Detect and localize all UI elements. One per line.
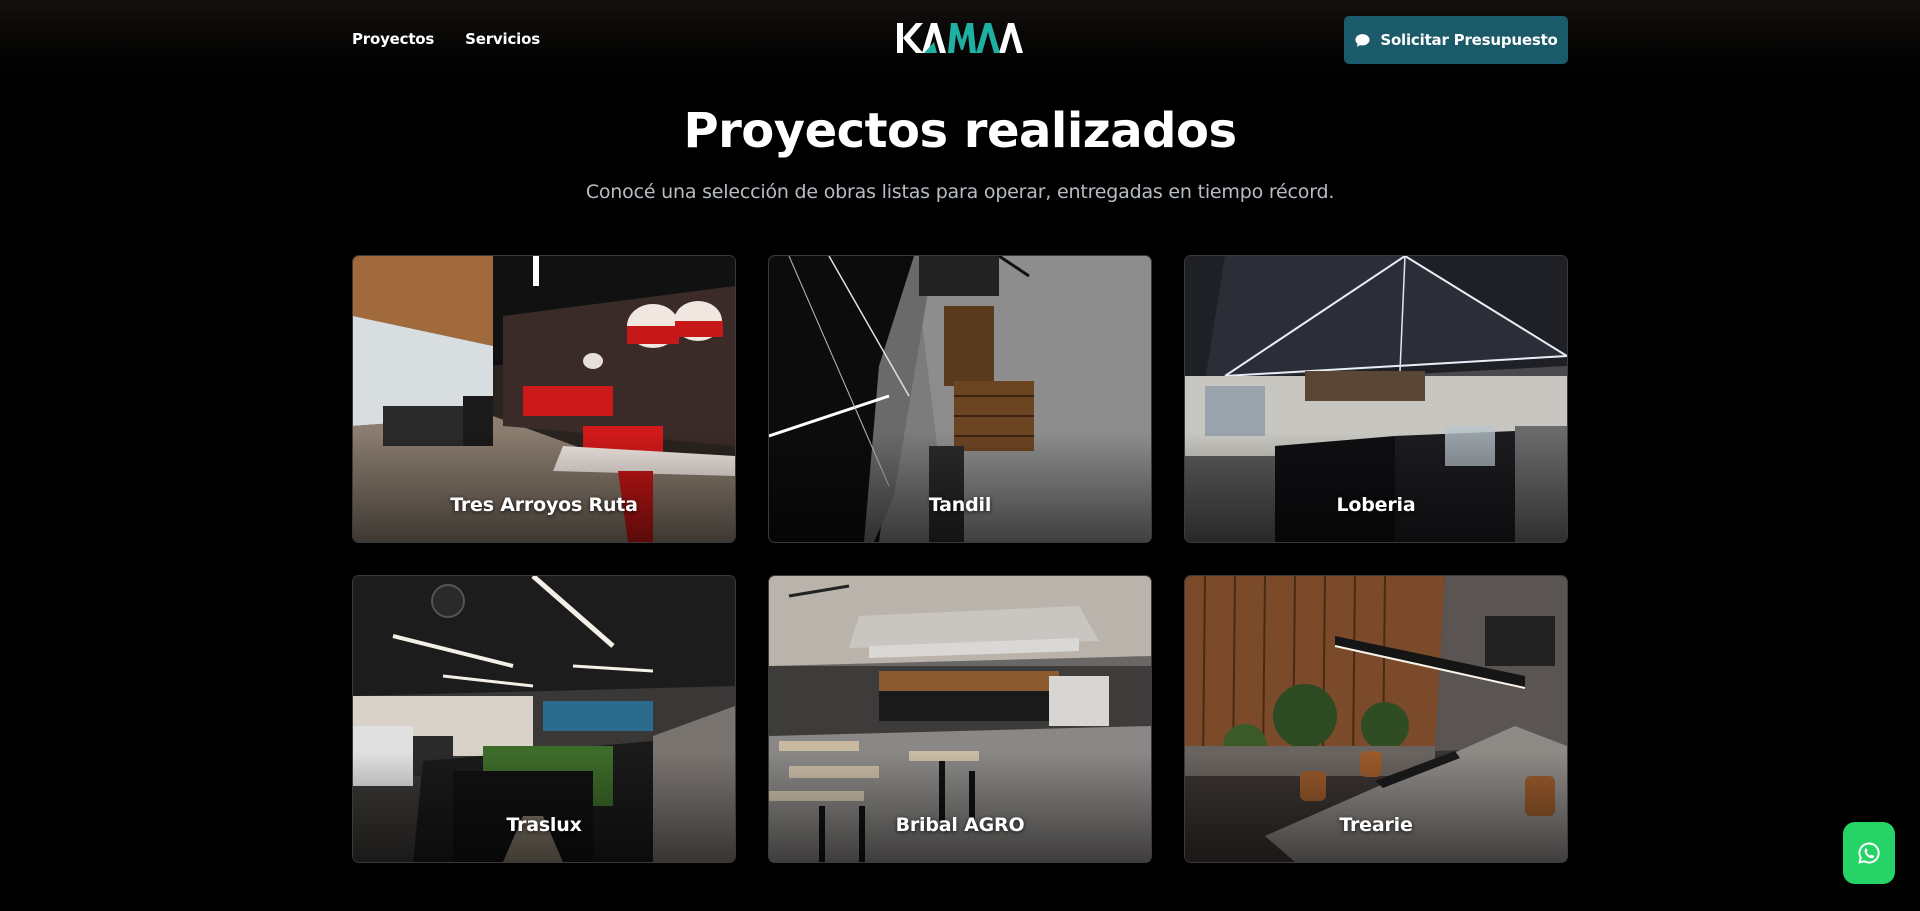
card-shade [769,432,1151,542]
card-shade [353,752,735,862]
request-quote-label: Solicitar Presupuesto [1380,31,1558,49]
page-subtitle: Conocé una selección de obras listas par… [585,181,1335,203]
card-shade [1185,432,1567,542]
project-name: Bribal AGRO [895,814,1025,836]
card-shade [769,752,1151,862]
project-card-tres-arroyos-ruta[interactable]: Tres Arroyos Ruta [352,255,736,543]
main-nav: Proyectos Servicios [352,30,540,48]
page-title: Proyectos realizados [683,103,1237,159]
nav-proyectos[interactable]: Proyectos [352,30,434,48]
whatsapp-icon [1858,842,1880,864]
project-card-trearie[interactable]: Trearie [1184,575,1568,863]
card-shade [353,432,735,542]
project-name: Loberia [1336,494,1416,516]
brand-logo[interactable] [896,20,1024,56]
project-card-tandil[interactable]: Tandil [768,255,1152,543]
chat-bubble-icon [1355,33,1370,47]
project-card-bribal-agro[interactable]: Bribal AGRO [768,575,1152,863]
project-name: Traslux [506,814,582,836]
whatsapp-button[interactable] [1843,822,1895,884]
projects-grid: Tres Arroyos Ruta Tandil Loberia Traslux… [352,255,1568,863]
card-shade [1185,752,1567,862]
kamak-logo-mark [897,23,1023,53]
project-card-loberia[interactable]: Loberia [1184,255,1568,543]
project-card-traslux[interactable]: Traslux [352,575,736,863]
request-quote-button[interactable]: Solicitar Presupuesto [1344,16,1568,64]
project-name: Tandil [928,494,992,516]
nav-servicios[interactable]: Servicios [465,30,540,48]
project-name: Trearie [1339,814,1413,836]
project-name: Tres Arroyos Ruta [450,494,638,516]
